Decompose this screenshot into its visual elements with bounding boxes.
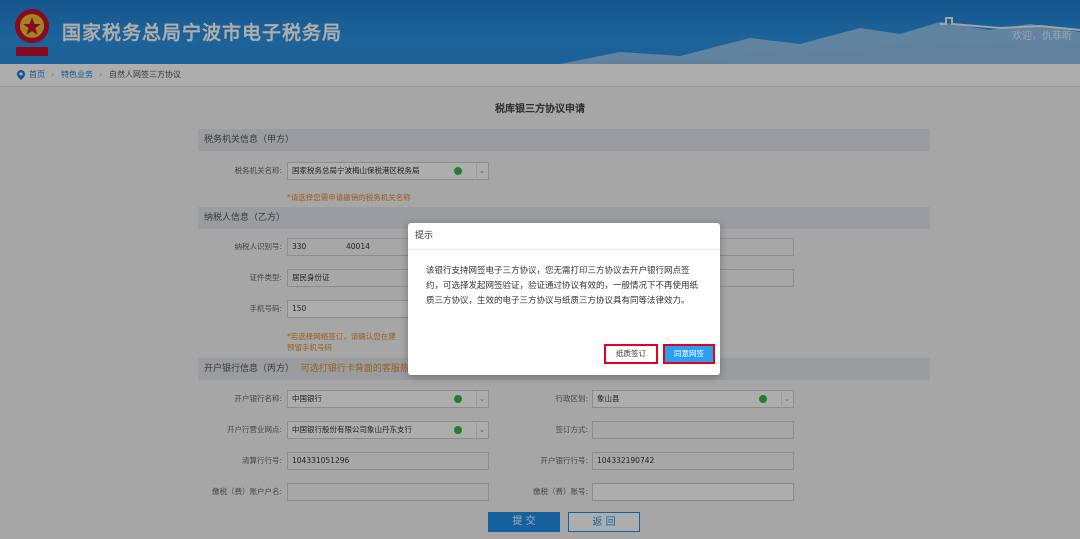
dialog-message: 该银行支持网签电子三方协议，您无需打印三方协议去开户银行网点签约，可选择发起网签…: [426, 266, 699, 306]
agree-online-sign-button[interactable]: 同意网签: [663, 344, 715, 364]
prompt-dialog: 提示 该银行支持网签电子三方协议，您无需打印三方协议去开户银行网点签约，可选择发…: [408, 223, 720, 375]
dialog-title: 提示: [408, 223, 720, 250]
paper-sign-button[interactable]: 纸质签订: [604, 344, 658, 364]
